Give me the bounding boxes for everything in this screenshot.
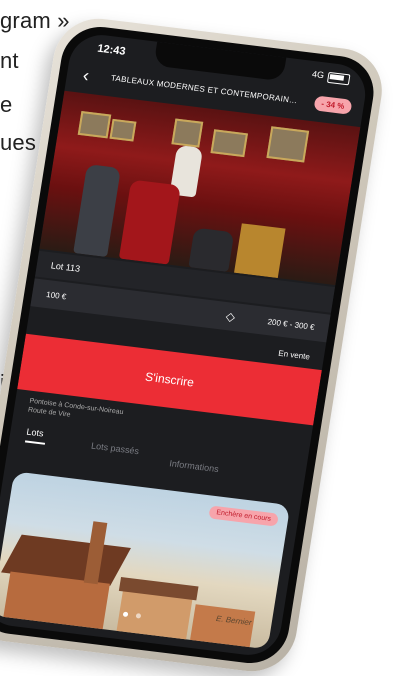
phone-device: 12:43 4G ‹ TABLEAUX MODERNES ET CONTEMPO… xyxy=(0,13,389,676)
easel xyxy=(234,223,286,279)
start-price: 100 € xyxy=(45,290,67,302)
tab-past-lots[interactable]: Lots passés xyxy=(90,441,139,457)
live-bid-badge: Enchère en cours xyxy=(208,505,279,527)
price-tag-icon: ◇ xyxy=(224,309,237,325)
estimate: 200 € - 300 € xyxy=(266,317,316,332)
tab-informations[interactable]: Informations xyxy=(169,458,220,474)
network-indicator: 4G xyxy=(311,68,325,81)
carousel-dot[interactable] xyxy=(136,613,142,619)
building xyxy=(189,604,256,650)
painting-frame xyxy=(266,126,310,163)
back-arrow-icon[interactable]: ‹ xyxy=(81,65,91,86)
painting-frame xyxy=(210,129,248,158)
auctioneer-figure xyxy=(73,164,121,258)
painting-frame xyxy=(77,110,112,139)
status-time: 12:43 xyxy=(96,42,127,58)
article-line: ues xyxy=(0,130,37,155)
painting-frame xyxy=(171,118,204,148)
discount-badge: - 34 % xyxy=(313,95,353,115)
painting-frame xyxy=(109,118,137,142)
article-line: e xyxy=(0,92,13,117)
desk xyxy=(188,227,235,272)
carousel-dot[interactable] xyxy=(122,611,129,618)
article-line: nt xyxy=(0,48,19,73)
red-podium xyxy=(118,179,182,265)
sale-status: En vente xyxy=(277,348,311,362)
battery-icon xyxy=(326,71,351,86)
lot-card[interactable]: Enchère en cours E. Bernier xyxy=(0,471,291,650)
carousel-dots xyxy=(120,603,145,624)
tab-lots[interactable]: Lots xyxy=(26,427,44,439)
lot-number: Lot 113 xyxy=(50,260,81,274)
